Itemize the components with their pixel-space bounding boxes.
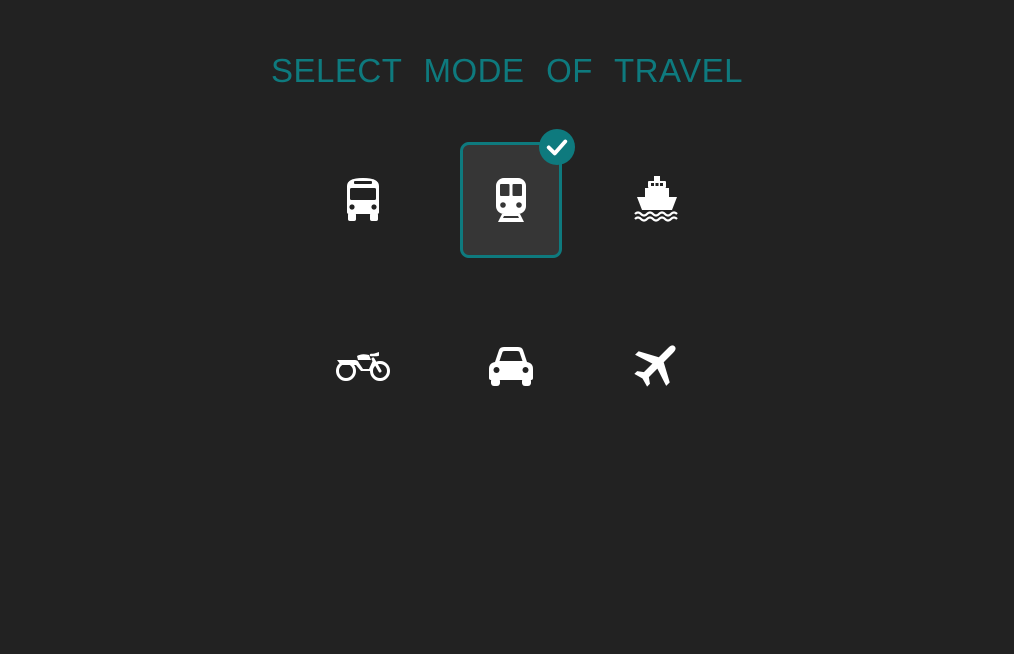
mode-option-bus[interactable]: [312, 142, 414, 258]
mode-option-car[interactable]: [460, 306, 562, 422]
train-icon: [496, 178, 526, 222]
bus-icon: [347, 178, 379, 221]
motorcycle-icon: [336, 352, 390, 381]
mode-option-train[interactable]: [460, 129, 575, 258]
travel-mode-grid: [290, 129, 730, 402]
selected-check-badge: [539, 129, 575, 165]
checkmark-icon: [546, 139, 568, 156]
plane-icon: [634, 345, 676, 387]
mode-option-plane[interactable]: [606, 306, 708, 422]
page-title: SELECT MODE OF TRAVEL: [271, 52, 743, 89]
mode-option-ship[interactable]: [606, 142, 708, 258]
car-icon: [489, 347, 533, 386]
mode-option-motorcycle[interactable]: [312, 306, 414, 422]
ship-icon: [634, 176, 678, 222]
